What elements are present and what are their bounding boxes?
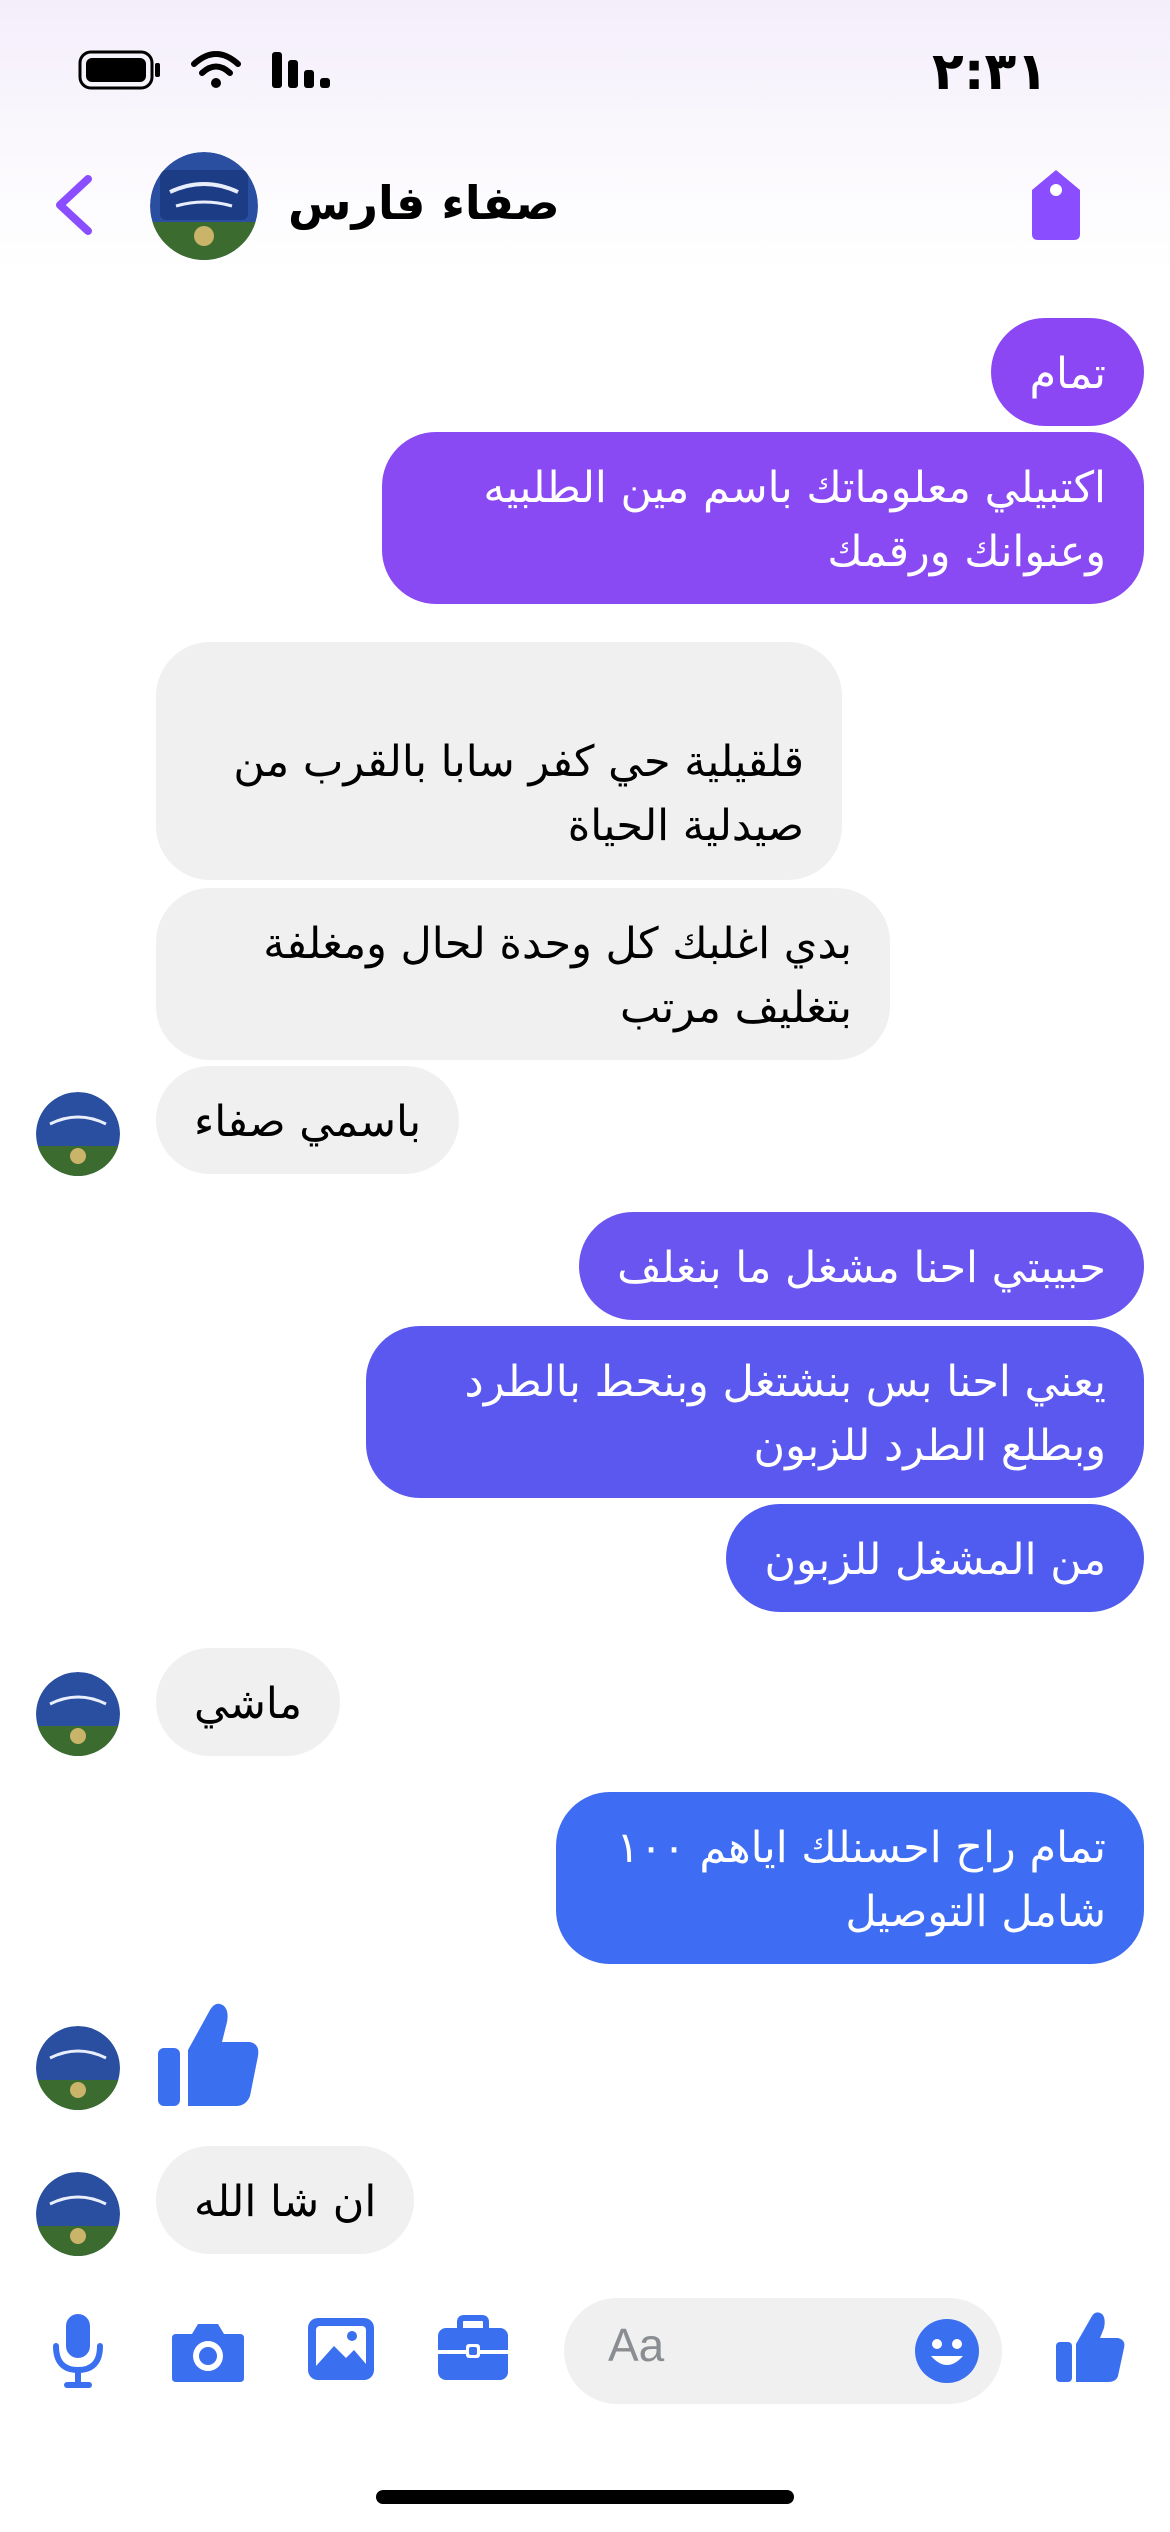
message-incoming[interactable]: بدي اغلبك كل وحدة لحال ومغلفة بتغليف مرت… [156,888,890,1060]
message-outgoing[interactable]: تمام راح احسنلك اياهم ١٠٠ شامل التوصيل [556,1792,1144,1964]
message-incoming[interactable]: باسمي صفاء [156,1066,460,1174]
home-indicator[interactable] [376,2490,794,2504]
sender-avatar[interactable] [36,1092,120,1176]
microphone-icon[interactable] [48,2310,108,2390]
signal-icon [272,52,330,88]
message-input[interactable]: Aa [564,2298,1002,2404]
thumbs-up-sticker-icon[interactable] [156,2000,262,2108]
message-incoming[interactable]: قلقيلية حي كفر سابا بالقرب من صيدلية الح… [156,642,842,979]
wifi-icon [191,51,241,88]
contact-avatar[interactable] [150,152,258,260]
message-incoming[interactable]: ان شا الله [156,2146,415,2254]
message-incoming[interactable]: ماشي [156,1648,341,1756]
back-chevron-icon[interactable] [50,175,100,235]
camera-icon[interactable] [170,2318,246,2384]
contact-name[interactable]: صفاء فارس [288,176,560,230]
sender-avatar[interactable] [36,2026,120,2110]
message-outgoing[interactable]: اكتبيلي معلوماتك باسم مين الطلبيه وعنوان… [382,432,1144,604]
message-outgoing[interactable]: يعني احنا بس بنشتغل وبنحط بالطرد وبطلع ا… [366,1326,1144,1498]
gallery-icon[interactable] [306,2316,376,2382]
thumbs-up-icon[interactable] [1054,2310,1126,2384]
status-time: ٢:٣١ [931,42,1048,102]
status-icons [78,50,332,90]
tag-icon[interactable] [1026,168,1086,242]
chat-header: ٢:٣١ صفاء فارس [0,0,1170,272]
message-outgoing[interactable]: تمام [991,318,1144,426]
briefcase-icon[interactable] [436,2314,510,2384]
message-text: قلقيلية حي كفر سابا بالقرب من صيدلية الح… [233,737,804,851]
sender-avatar[interactable] [36,1672,120,1756]
battery-icon [78,50,160,90]
emoji-icon[interactable] [914,2318,980,2384]
message-outgoing[interactable]: حبيبتي احنا مشغل ما بنغلف [579,1212,1144,1320]
sender-avatar[interactable] [36,2172,120,2256]
message-outgoing[interactable]: من المشغل للزبون [726,1504,1144,1612]
message-input-placeholder: Aa [608,2319,665,2371]
